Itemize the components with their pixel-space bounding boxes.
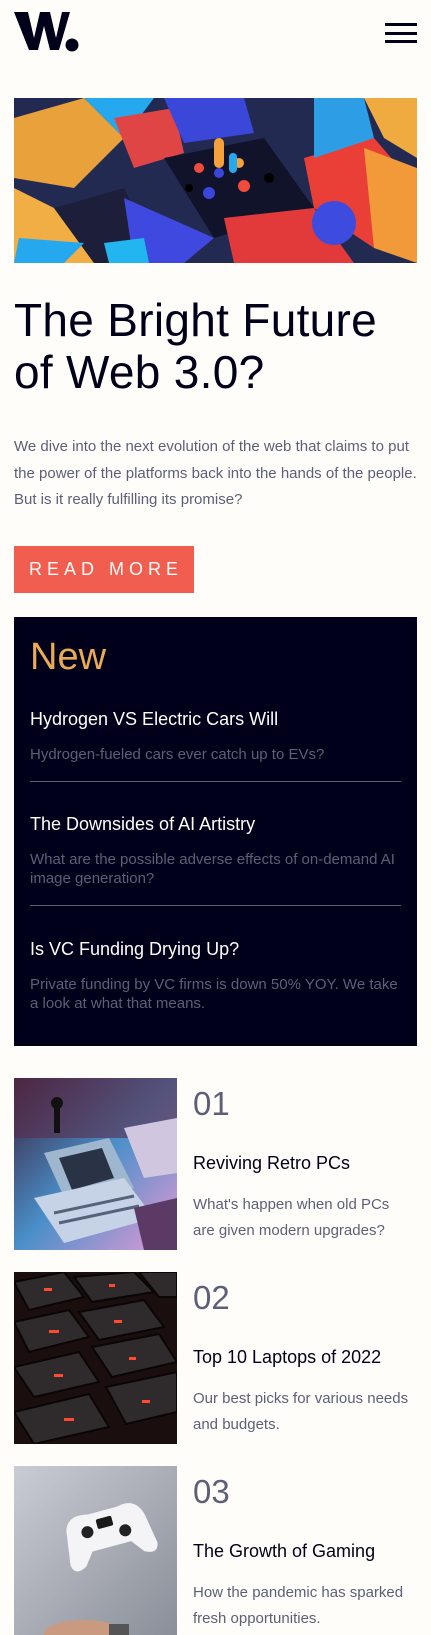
new-item: Is VC Funding Drying Up? Private funding… (30, 937, 401, 1013)
new-item-title[interactable]: Hydrogen VS Electric Cars Will (30, 707, 401, 731)
article-card: 03 The Growth of Gaming How the pandemic… (14, 1466, 417, 1635)
article-image-gaming (14, 1466, 177, 1635)
hero-image (14, 98, 417, 263)
divider (30, 905, 401, 906)
hamburger-menu-icon[interactable] (385, 23, 417, 43)
new-item-title[interactable]: The Downsides of AI Artistry (30, 812, 401, 836)
article-description: Our best picks for various needs and bud… (193, 1390, 409, 1433)
new-item: Hydrogen VS Electric Cars Will Hydrogen-… (30, 707, 401, 764)
article-title[interactable]: The Growth of Gaming (193, 1539, 375, 1563)
new-item-description: What are the possible adverse effects of… (30, 851, 395, 887)
article-number: 03 (193, 1473, 230, 1510)
divider (30, 781, 401, 782)
article-description: How the pandemic has sparked fresh oppor… (193, 1584, 404, 1627)
article-image-retro-pcs (14, 1078, 177, 1250)
new-item-description: Hydrogen-fueled cars ever catch up to EV… (30, 746, 325, 763)
article-title[interactable]: Top 10 Laptops of 2022 (193, 1345, 381, 1369)
new-item: The Downsides of AI Artistry What are th… (30, 812, 401, 888)
article-image-laptops (14, 1272, 177, 1444)
article-number: 02 (193, 1279, 230, 1316)
read-more-button[interactable]: Read more (14, 546, 194, 593)
article-card: 02 Top 10 Laptops of 2022 Our best picks… (14, 1272, 417, 1444)
article-number: 01 (193, 1085, 230, 1122)
article-card: 01 Reviving Retro PCs What's happen when… (14, 1078, 417, 1250)
new-heading: New (30, 636, 107, 678)
hero-description: We dive into the next evolution of the w… (14, 438, 417, 508)
article-title[interactable]: Reviving Retro PCs (193, 1151, 350, 1175)
logo-icon[interactable] (14, 10, 80, 52)
article-description: What's happen when old PCs are given mod… (193, 1196, 390, 1239)
hero-title: The Bright Future of Web 3.0? (14, 294, 378, 398)
new-item-description: Private funding by VC firms is down 50% … (30, 976, 398, 1012)
new-item-title[interactable]: Is VC Funding Drying Up? (30, 937, 401, 961)
site-header (14, 0, 417, 62)
new-articles-panel: New Hydrogen VS Electric Cars Will Hydro… (14, 617, 417, 1046)
